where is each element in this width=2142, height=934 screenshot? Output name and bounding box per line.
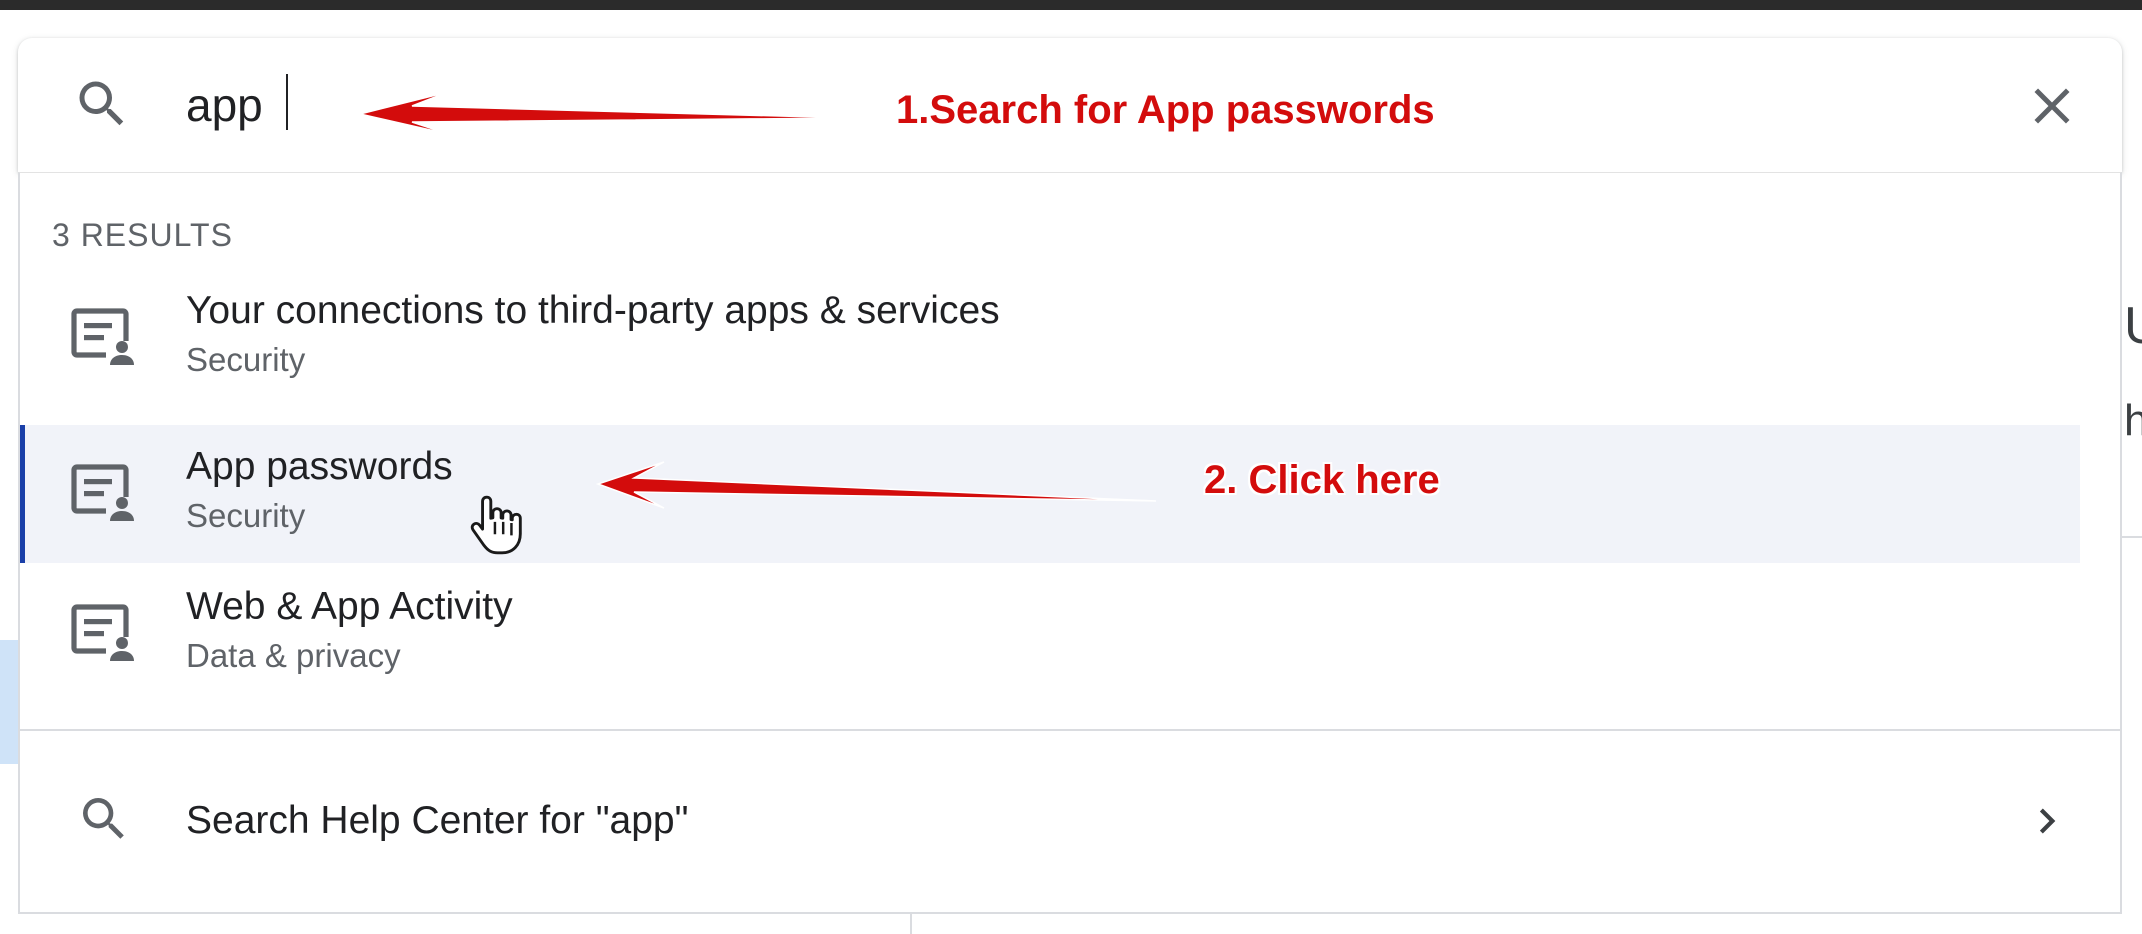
annotation-arrows [359,91,1157,509]
annotation-arrow-2 [595,461,1157,509]
annotation-arrow-1 [359,91,853,135]
annotation-step-2: 2. Click here [1204,458,1440,502]
annotation-step-1: 1.Search for App passwords [896,88,1435,132]
